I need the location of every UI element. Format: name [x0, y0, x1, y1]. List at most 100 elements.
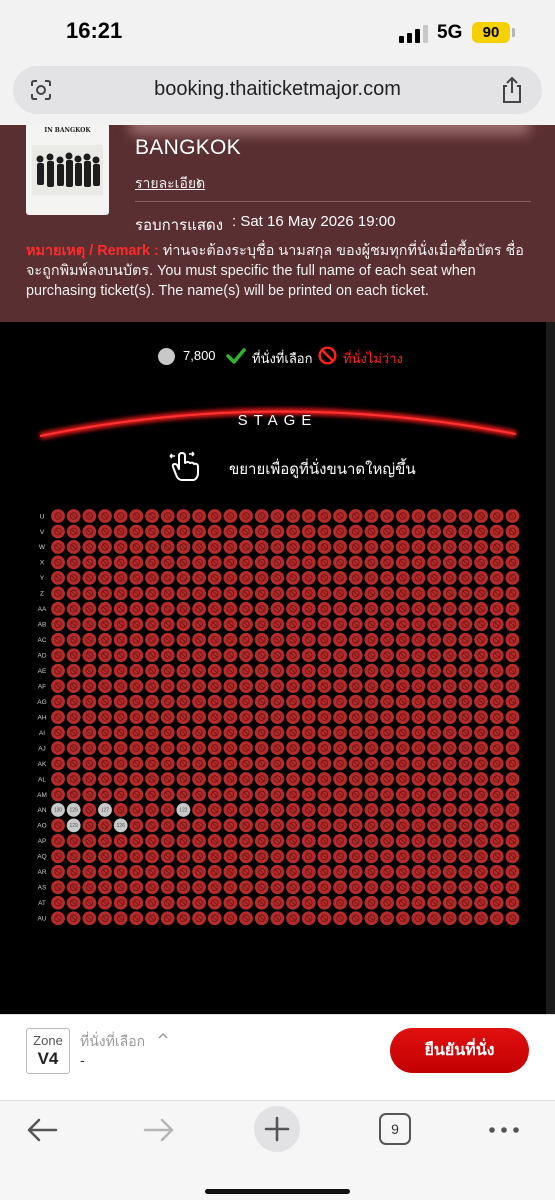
seat-available[interactable]: 122 [176, 803, 191, 817]
seat-unavailable [192, 570, 206, 585]
seat-unavailable [113, 679, 128, 694]
seat-unavailable [474, 741, 488, 755]
seat-unavailable [207, 679, 222, 694]
seat-unavailable [51, 864, 65, 879]
share-icon[interactable] [500, 76, 524, 104]
seat-unavailable [380, 663, 394, 678]
seat-unavailable [364, 601, 379, 616]
seat-available[interactable]: 126 [113, 818, 128, 833]
confirm-seat-button[interactable]: ยืนยันที่นั่ง [390, 1028, 529, 1073]
seat-unavailable [98, 663, 112, 678]
seat-unavailable [427, 570, 441, 585]
seat-unavailable [66, 911, 81, 926]
seat-unavailable [129, 570, 144, 585]
seat-unavailable [458, 849, 473, 864]
page-info-icon[interactable] [29, 78, 53, 102]
seat-unavailable [160, 586, 175, 601]
seat-unavailable [223, 710, 238, 725]
selected-seats-label[interactable]: ที่นั่งที่เลือก [80, 1031, 145, 1053]
seat-unavailable [223, 555, 238, 570]
more-icon[interactable] [487, 1115, 521, 1145]
seat-unavailable [505, 679, 520, 694]
seat-unavailable [458, 911, 473, 926]
seat-unavailable [192, 632, 206, 647]
battery-cap [512, 28, 515, 37]
seat-unavailable [160, 648, 175, 663]
seat-unavailable [239, 617, 253, 632]
seat-unavailable [489, 833, 504, 848]
seat-unavailable [66, 540, 81, 554]
seat-unavailable [427, 756, 441, 771]
seat-unavailable [223, 911, 238, 926]
chevron-right-icon[interactable]: › [196, 172, 201, 188]
seat-unavailable [286, 540, 300, 554]
seat-unavailable [458, 833, 473, 848]
row-label: AL [38, 776, 46, 783]
seat-unavailable [145, 570, 159, 585]
seat-unavailable [505, 880, 520, 895]
seat-unavailable [51, 601, 65, 616]
back-arrow-icon[interactable] [25, 1115, 59, 1145]
seat-unavailable [317, 833, 332, 848]
seat-available[interactable]: 130 [51, 803, 65, 817]
seat-unavailable [254, 818, 269, 833]
seat-unavailable [505, 756, 520, 771]
seat-unavailable [82, 818, 97, 833]
seat-unavailable [317, 741, 332, 755]
seat-unavailable [458, 509, 473, 523]
seat-unavailable [474, 632, 488, 647]
seat-unavailable [160, 880, 175, 895]
seat-unavailable [270, 586, 285, 601]
zoom-hint: ขยายเพื่อดูที่นั่งขนาดใหญ่ขึ้น [229, 461, 416, 478]
seat-unavailable [427, 617, 441, 632]
seat-unavailable [286, 864, 300, 879]
seat-unavailable [113, 803, 128, 817]
seat-unavailable [207, 648, 222, 663]
seat-unavailable [270, 911, 285, 926]
seat-unavailable [145, 895, 159, 910]
seat-unavailable [145, 632, 159, 647]
seat-unavailable [458, 663, 473, 678]
seat-unavailable [380, 555, 394, 570]
seat-unavailable [160, 772, 175, 786]
seat-unavailable [489, 818, 504, 833]
seat-unavailable [395, 663, 410, 678]
seat-unavailable [474, 818, 488, 833]
seat-unavailable [286, 772, 300, 786]
seat-unavailable [129, 911, 144, 926]
seat-unavailable [192, 741, 206, 755]
seat-unavailable [66, 741, 81, 755]
chevron-up-icon[interactable] [158, 1032, 168, 1040]
new-tab-button[interactable] [254, 1106, 300, 1152]
seat-unavailable [66, 617, 81, 632]
seat-unavailable [254, 694, 269, 709]
seat-unavailable [145, 849, 159, 864]
seat-unavailable [145, 648, 159, 663]
seat-unavailable [207, 803, 222, 817]
seat-available[interactable]: 129 [66, 818, 81, 833]
seat-unavailable [474, 787, 488, 802]
forward-arrow-icon[interactable] [142, 1115, 176, 1145]
seat-unavailable [192, 803, 206, 817]
url-text[interactable]: booking.thaiticketmajor.com [73, 78, 482, 101]
seat-unavailable [239, 555, 253, 570]
seat-unavailable [145, 540, 159, 554]
address-bar[interactable]: booking.thaiticketmajor.com [13, 66, 542, 114]
details-link[interactable]: รายละเอียด [135, 173, 205, 195]
seat-unavailable [223, 864, 238, 879]
seat-unavailable [192, 617, 206, 632]
tab-switcher-button[interactable]: 9 [379, 1113, 411, 1145]
seat-available[interactable]: 127 [98, 803, 112, 817]
seat-unavailable [51, 725, 65, 740]
seat-unavailable [427, 895, 441, 910]
seat-unavailable [66, 648, 81, 663]
seat-unavailable [348, 756, 363, 771]
seat-unavailable [505, 617, 520, 632]
seat-map[interactable]: U V W X Y Z AA AB AC AD AE AF AG AH AI AJ AK AL AM AN 130 129… [0, 506, 555, 936]
seat-unavailable [223, 787, 238, 802]
seat-unavailable [160, 617, 175, 632]
seat-unavailable [442, 617, 457, 632]
seat-unavailable [458, 632, 473, 647]
seat-available[interactable]: 129 [66, 803, 81, 817]
seat-unavailable [51, 741, 65, 755]
